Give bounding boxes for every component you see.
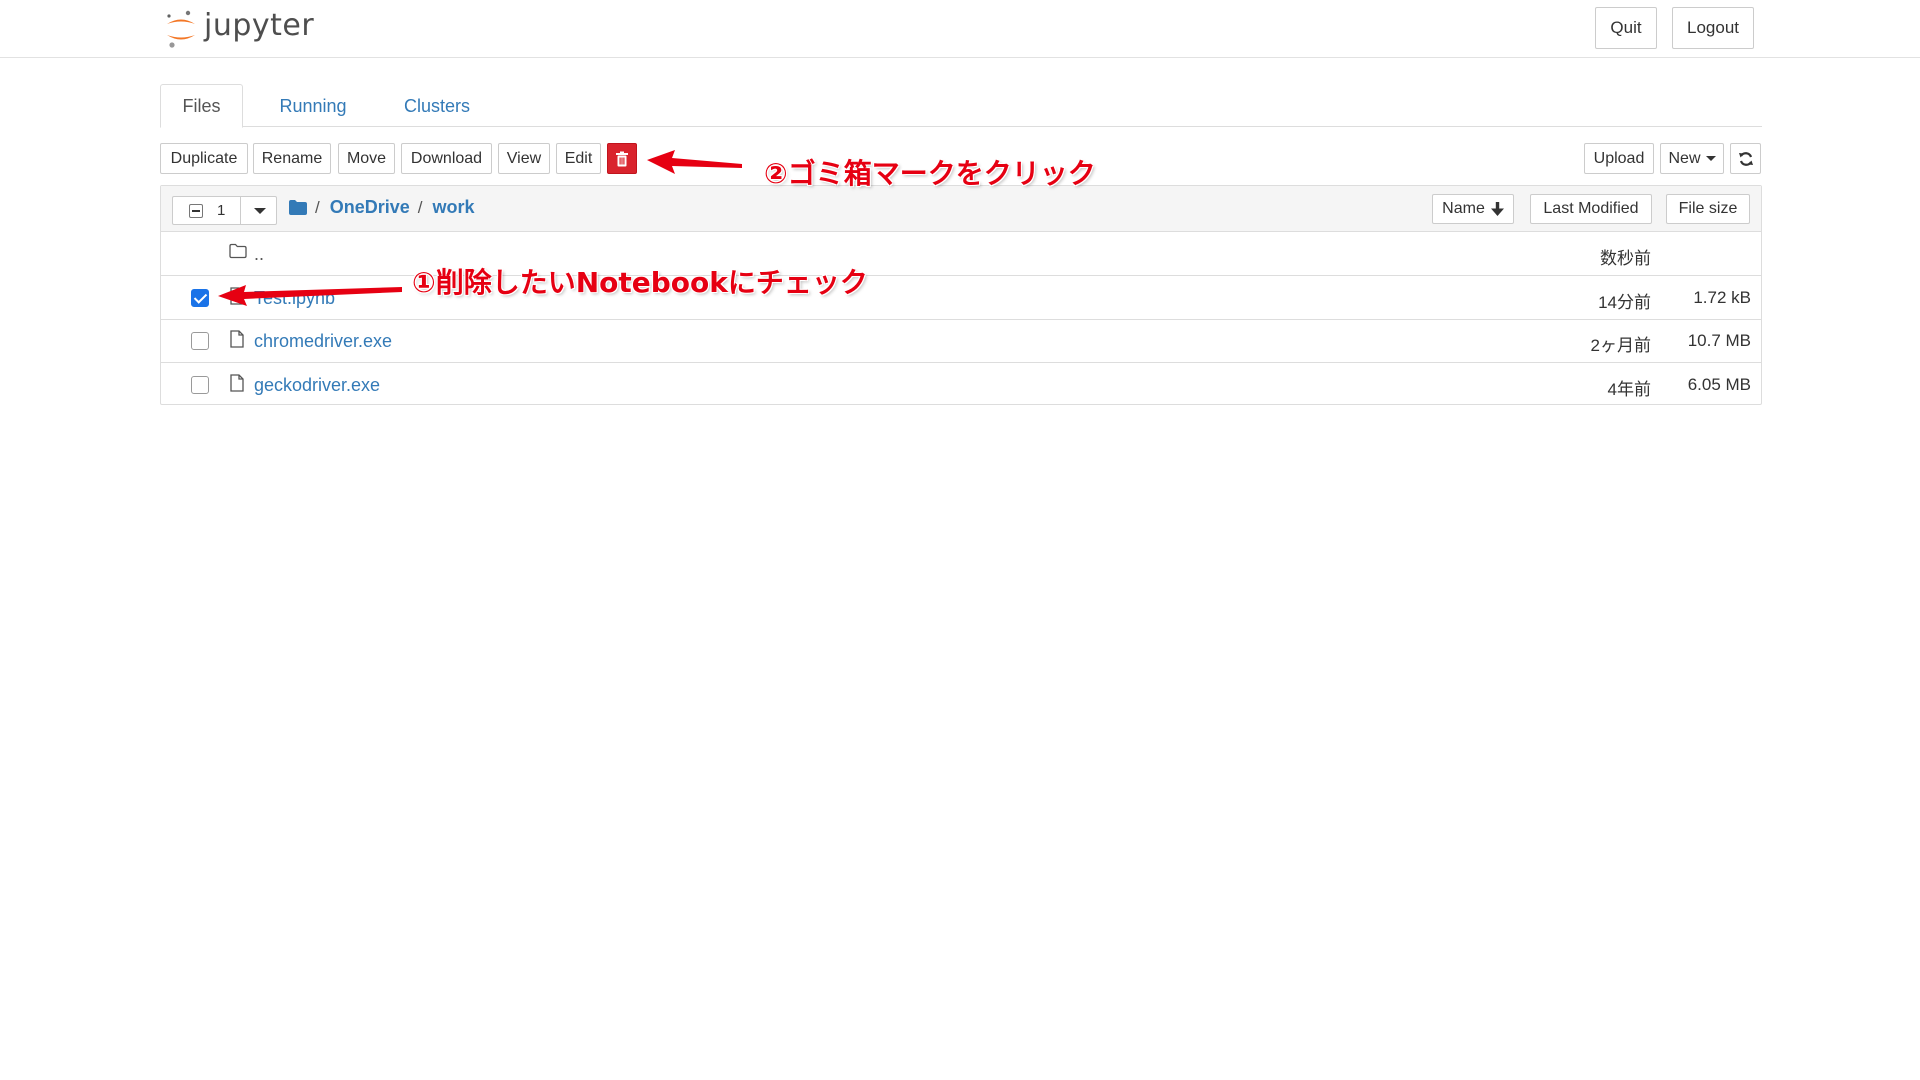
file-name[interactable]: Test.ipynb — [254, 288, 335, 309]
sort-by-size-button[interactable]: File size — [1666, 194, 1750, 224]
jupyter-logo-icon — [167, 10, 195, 48]
breadcrumb-separator: / — [315, 197, 320, 217]
selected-count: 1 — [217, 202, 226, 219]
file-icon — [230, 330, 244, 348]
folder-icon — [229, 243, 247, 259]
select-all-group[interactable]: 1 — [172, 196, 277, 225]
list-item-parent[interactable]: .. 数秒前 — [161, 232, 1761, 276]
file-icon — [230, 374, 244, 392]
file-size: 1.72 kB — [1693, 288, 1751, 307]
file-list-panel: 1 / OneDrive / work Name Last Modified F… — [160, 185, 1762, 405]
file-modified: 数秒前 — [1600, 249, 1651, 268]
file-name[interactable]: .. — [254, 244, 264, 265]
list-item[interactable]: geckodriver.exe 4年前 6.05 MB — [161, 363, 1761, 407]
annotation-step1: ①削除したいNotebookにチェック — [412, 266, 868, 299]
jupyter-logo[interactable]: jupyter — [164, 7, 314, 51]
tab-files[interactable]: Files — [160, 84, 243, 128]
file-checkbox[interactable] — [191, 332, 209, 350]
new-button-label: New — [1668, 149, 1701, 167]
notebook-icon — [230, 287, 244, 305]
folder-home-icon[interactable] — [289, 200, 307, 215]
sort-name-label: Name — [1442, 200, 1485, 217]
breadcrumb: / OneDrive / work — [289, 197, 483, 218]
arrow-to-trash-icon — [647, 150, 742, 174]
logout-button[interactable]: Logout — [1672, 7, 1754, 49]
tab-clusters[interactable]: Clusters — [377, 84, 497, 128]
list-item[interactable]: chromedriver.exe 2ヶ月前 10.7 MB — [161, 319, 1761, 363]
file-size: 6.05 MB — [1687, 375, 1751, 394]
logo-text: jupyter — [204, 8, 315, 43]
file-modified: 2ヶ月前 — [1590, 336, 1651, 355]
header-bar: jupyter Quit Logout — [0, 0, 1920, 58]
upload-button[interactable]: Upload — [1584, 143, 1654, 174]
rename-button[interactable]: Rename — [253, 143, 331, 174]
breadcrumb-work[interactable]: work — [433, 197, 475, 218]
list-item[interactable]: Test.ipynb 14分前 1.72 kB — [161, 276, 1761, 320]
breadcrumb-onedrive[interactable]: OneDrive — [330, 197, 410, 218]
new-dropdown-button[interactable]: New — [1660, 143, 1724, 174]
select-all-checkbox[interactable] — [189, 204, 203, 218]
view-button[interactable]: View — [498, 143, 550, 174]
file-modified: 14分前 — [1598, 293, 1651, 312]
divider — [240, 197, 241, 224]
trash-icon — [616, 151, 628, 166]
caret-down-icon — [1705, 156, 1716, 161]
quit-button[interactable]: Quit — [1595, 7, 1657, 49]
file-checkbox[interactable] — [191, 289, 209, 307]
select-menu-caret-icon[interactable] — [254, 208, 266, 214]
arrow-down-icon — [1490, 202, 1504, 216]
download-button[interactable]: Download — [401, 143, 492, 174]
file-size: 10.7 MB — [1687, 331, 1751, 350]
breadcrumb-separator: / — [417, 197, 423, 217]
edit-button[interactable]: Edit — [556, 143, 601, 174]
annotation-step2: ②ゴミ箱マークをクリック — [764, 157, 1096, 190]
refresh-button[interactable] — [1730, 143, 1761, 174]
sort-by-modified-button[interactable]: Last Modified — [1530, 194, 1652, 224]
file-checkbox[interactable] — [191, 376, 209, 394]
main-tabs: Files Running Clusters — [160, 84, 1762, 128]
file-list-header: 1 / OneDrive / work Name Last Modified F… — [161, 186, 1761, 232]
tab-running[interactable]: Running — [257, 84, 369, 128]
duplicate-button[interactable]: Duplicate — [160, 143, 248, 174]
file-modified: 4年前 — [1607, 380, 1651, 399]
refresh-icon — [1738, 151, 1753, 166]
delete-button[interactable] — [607, 143, 637, 174]
file-name[interactable]: chromedriver.exe — [254, 331, 392, 352]
sort-by-name-button[interactable]: Name — [1432, 194, 1514, 224]
file-name[interactable]: geckodriver.exe — [254, 375, 380, 396]
move-button[interactable]: Move — [338, 143, 395, 174]
